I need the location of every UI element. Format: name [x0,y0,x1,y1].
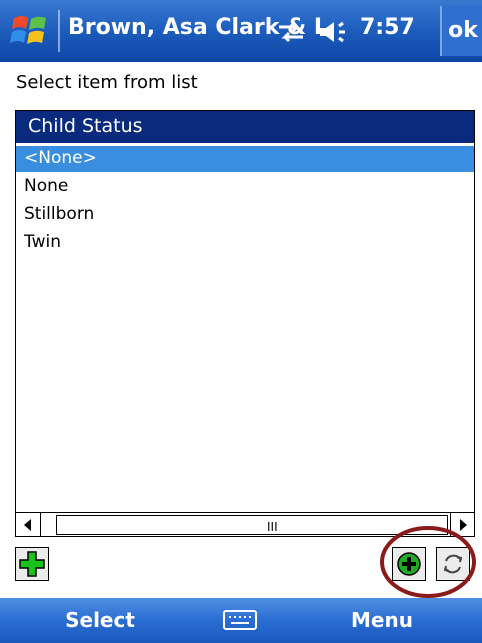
windows-start-icon[interactable] [10,12,50,50]
menu-softkey[interactable]: Menu [282,598,482,643]
scroll-grip: III [267,520,278,534]
list-header: Child Status [16,111,474,143]
list-item[interactable]: <None> [16,146,474,172]
list-item-label: None [24,176,69,196]
add-button[interactable] [15,547,49,581]
keyboard-icon[interactable] [222,608,258,632]
title-bar: Brown, Asa Clark & I 7:57 ok [0,0,482,62]
list-item-label: Twin [24,232,61,252]
arrow-left-icon [24,519,31,531]
soft-key-bar: Select Menu [0,598,482,643]
title-separator [58,10,60,52]
list-item[interactable]: Twin [16,230,474,256]
list-item-label: <None> [24,148,97,168]
list-item[interactable]: None [16,174,474,200]
select-softkey[interactable]: Select [0,598,200,643]
clock[interactable]: 7:57 [360,15,415,40]
list-header-label: Child Status [28,115,143,137]
prompt-label: Select item from list [16,72,198,93]
annotation-circle [380,526,476,598]
list-item-label: Stillborn [24,204,95,224]
ok-button[interactable]: ok [440,6,482,56]
scroll-left-button[interactable] [16,513,41,536]
list-item[interactable]: Stillborn [16,202,474,228]
connectivity-icon[interactable] [275,18,307,46]
volume-icon[interactable] [318,18,354,46]
plus-icon [19,551,45,577]
item-list[interactable]: Child Status <None> None Stillborn Twin … [15,110,475,537]
